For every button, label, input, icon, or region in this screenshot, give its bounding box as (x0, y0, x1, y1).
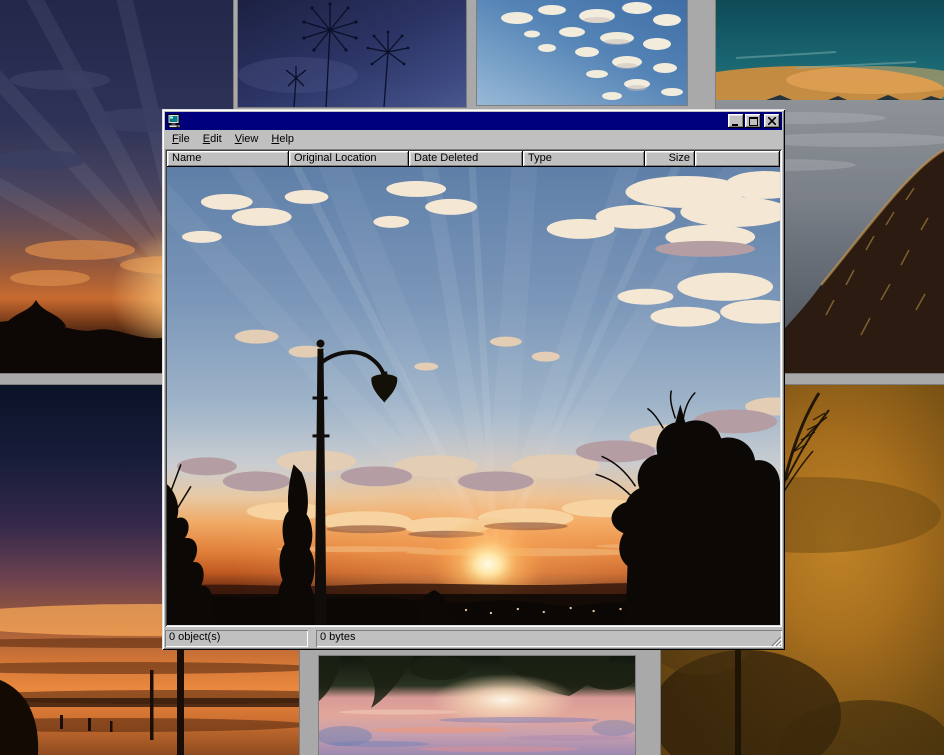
title-bar[interactable] (165, 112, 782, 130)
resize-grip-icon[interactable] (769, 634, 782, 647)
column-header-blank[interactable] (695, 151, 780, 167)
menu-help[interactable]: Help (265, 131, 301, 148)
status-bar: 0 object(s) 0 bytes (165, 630, 782, 647)
close-icon (768, 117, 776, 125)
menu-help-rest: elp (279, 133, 294, 145)
menu-bar: File Edit View Help (165, 130, 782, 149)
close-button[interactable] (764, 114, 780, 128)
maximize-button[interactable] (745, 114, 761, 128)
desktop: File Edit View Help Name Original Locati… (0, 0, 944, 755)
menu-view-rest: iew (242, 133, 259, 145)
wallpaper-tile-seed-heads (238, 0, 466, 107)
menu-edit-rest: dit (210, 133, 222, 145)
menu-edit[interactable]: Edit (197, 131, 229, 148)
wallpaper-tile-water-reflection (319, 656, 635, 755)
column-header-size[interactable]: Size (645, 151, 695, 167)
column-header-date-deleted[interactable]: Date Deleted (409, 151, 523, 167)
recycle-bin-window: File Edit View Help Name Original Locati… (162, 109, 785, 650)
column-header-name[interactable]: Name (167, 151, 289, 167)
column-header-row: Name Original Location Date Deleted Type… (167, 151, 780, 167)
status-object-count: 0 object(s) (165, 630, 308, 647)
menu-view-accel: V (235, 133, 242, 145)
menu-file-accel: F (172, 133, 179, 145)
computer-icon[interactable] (167, 114, 182, 128)
minimize-button[interactable] (728, 114, 744, 128)
maximize-icon (749, 117, 758, 126)
sunset-lamp-photo (167, 167, 780, 625)
menu-file-rest: ile (179, 133, 190, 145)
menu-view[interactable]: View (229, 131, 266, 148)
menu-file[interactable]: File (166, 131, 197, 148)
wallpaper-tile-altocumulus (477, 0, 687, 105)
column-header-original-location[interactable]: Original Location (289, 151, 409, 167)
minimize-icon (732, 117, 740, 126)
menu-edit-accel: E (203, 133, 210, 145)
list-view[interactable]: Name Original Location Date Deleted Type… (165, 149, 782, 627)
status-byte-count: 0 bytes (316, 630, 782, 647)
column-header-type[interactable]: Type (523, 151, 645, 167)
